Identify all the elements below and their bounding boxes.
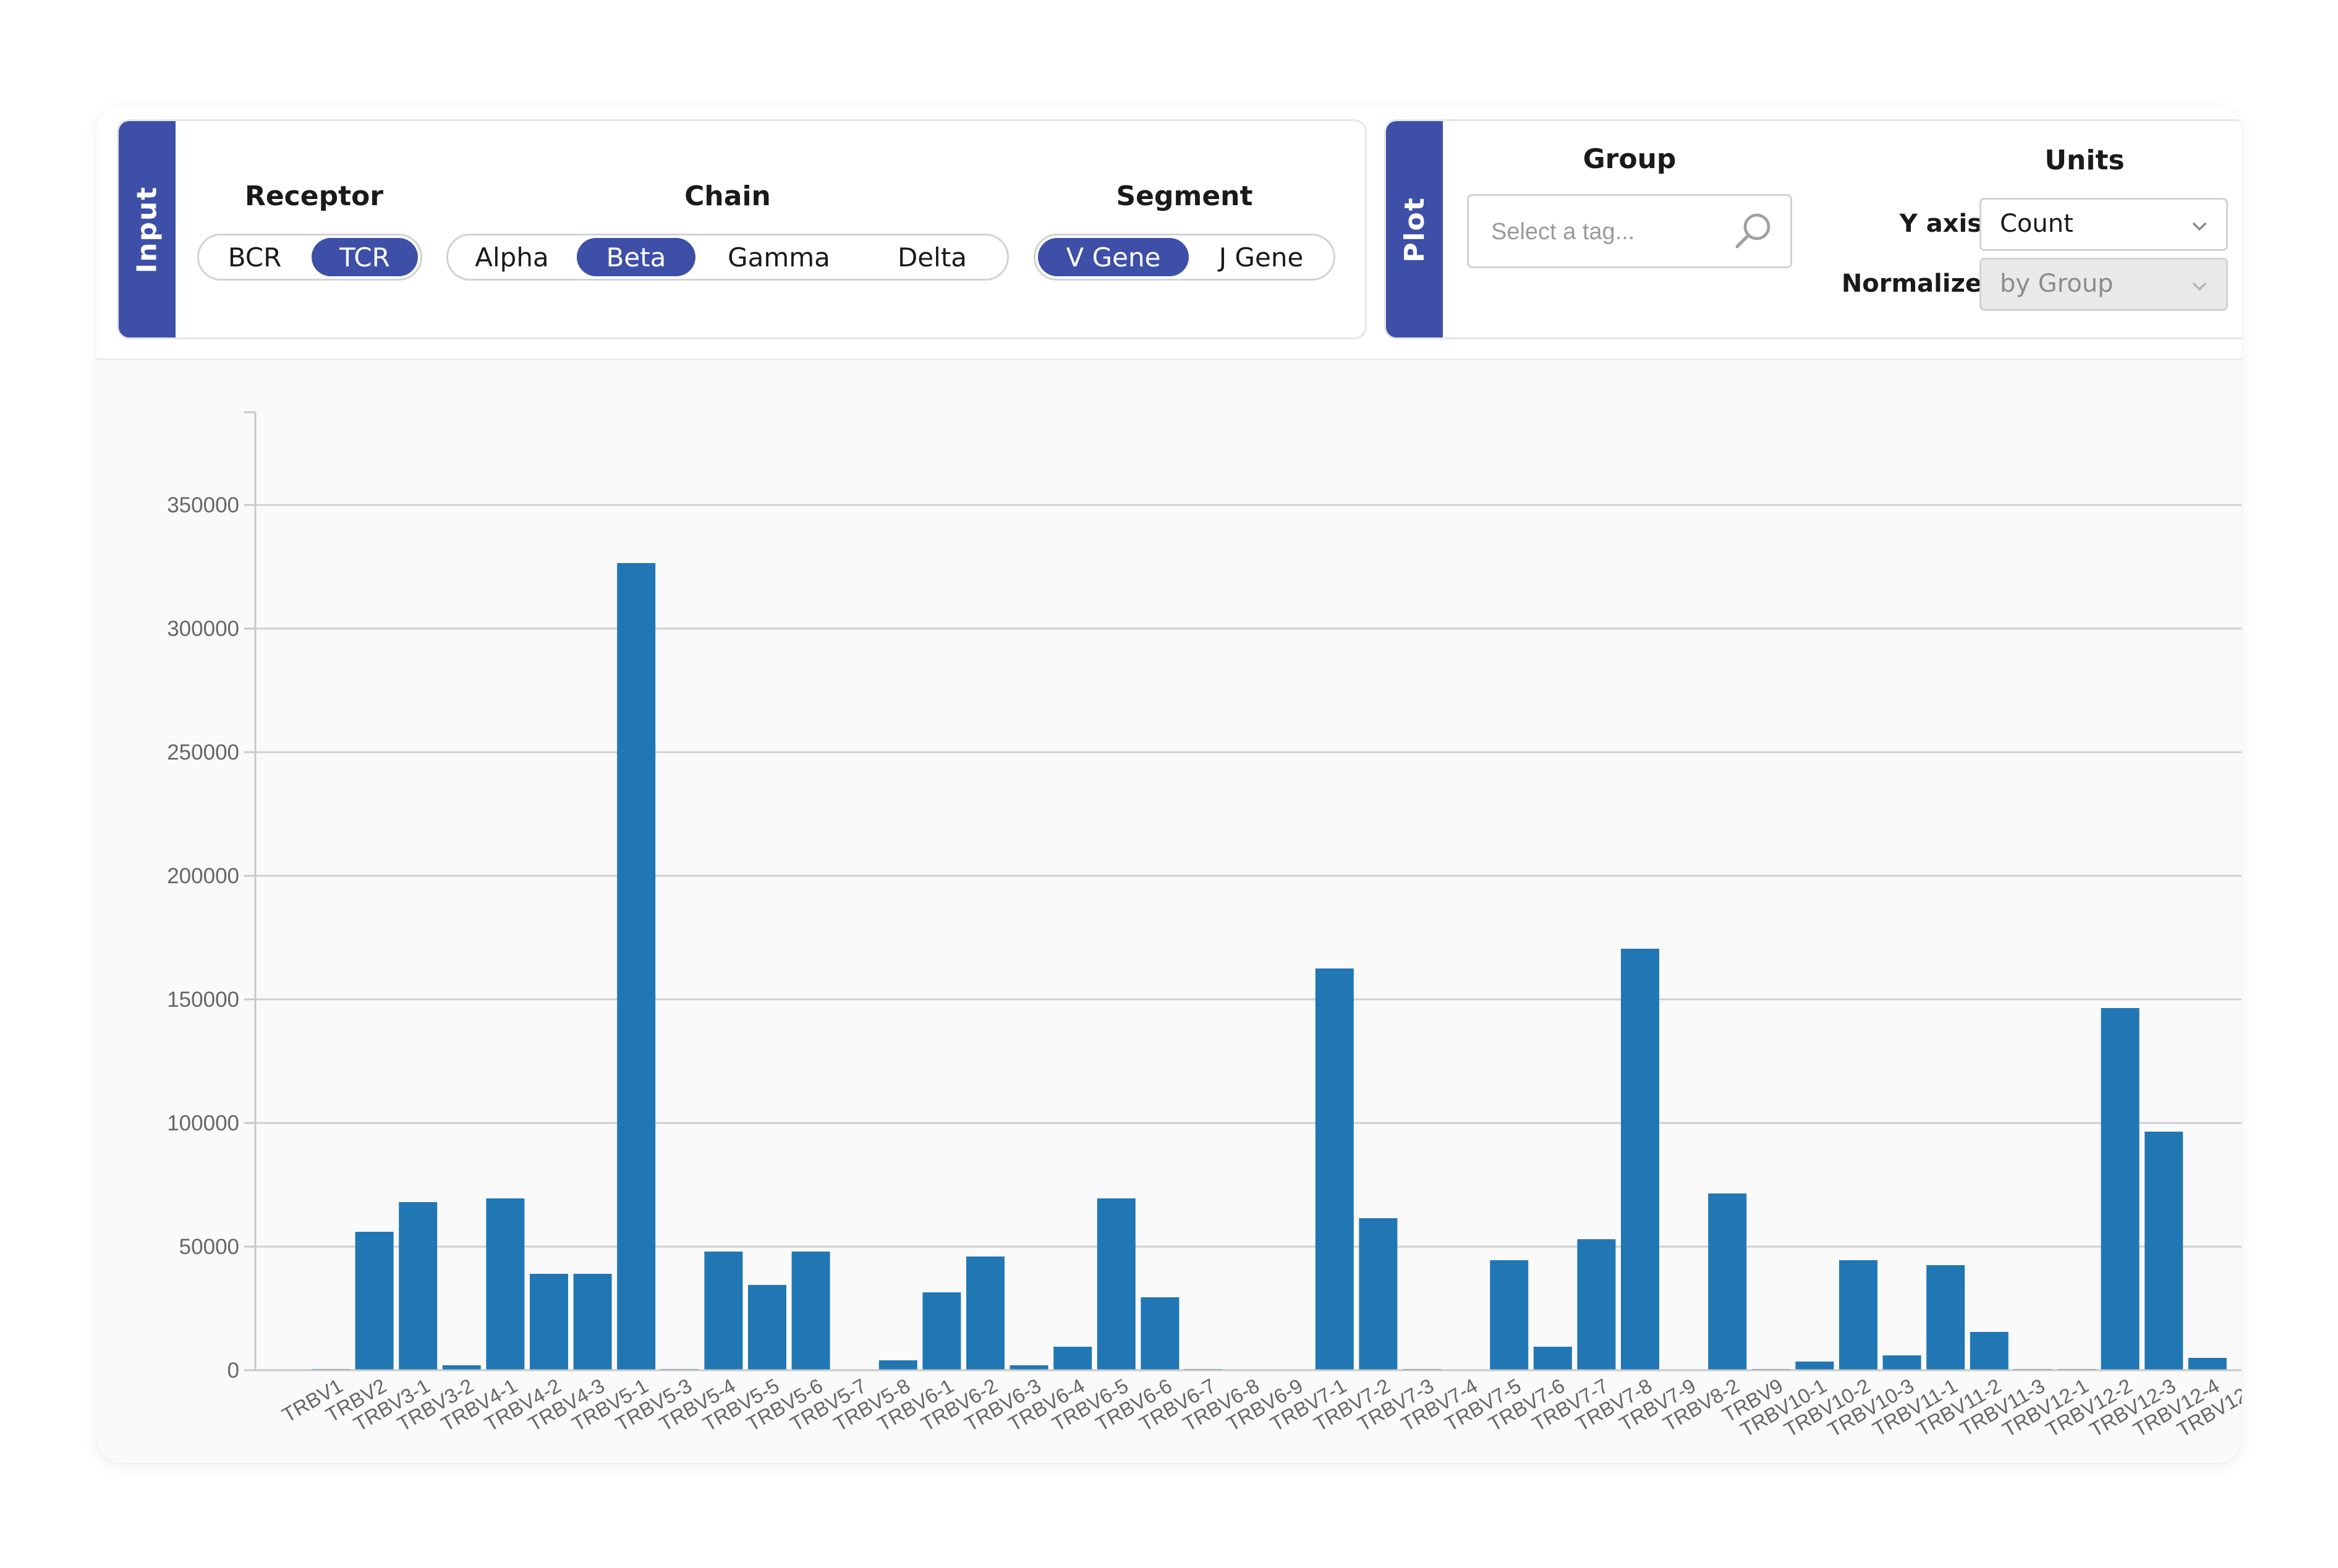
bar [791, 1252, 830, 1370]
bar [1141, 1297, 1180, 1370]
bar [2145, 1132, 2183, 1370]
bar [617, 563, 656, 1370]
bar [573, 1274, 612, 1370]
bar [1708, 1193, 1747, 1370]
y-tick-label: 350000 [167, 493, 239, 517]
y-tick-label: 50000 [179, 1235, 239, 1259]
gene-usage-bar-chart: 0 50000 100000 150000 200000 250000 300000 3500… [167, 411, 2242, 1441]
bar [1882, 1355, 1921, 1370]
y-tick-label: 100000 [167, 1111, 239, 1135]
bar [748, 1285, 786, 1370]
bar [399, 1202, 438, 1370]
bar [1315, 968, 1354, 1370]
bar [878, 1360, 917, 1370]
gene-usage-card: Input Receptor BCR TCR Chain Alpha Beta … [96, 106, 2242, 1463]
bar [1839, 1260, 1877, 1370]
bar [922, 1292, 961, 1370]
y-tick-label: 0 [227, 1358, 239, 1383]
y-tick-label: 200000 [167, 864, 239, 888]
y-tick-label: 150000 [167, 988, 239, 1012]
bar [1533, 1347, 1572, 1370]
bar [1621, 949, 1659, 1370]
bar [966, 1257, 1005, 1370]
bar [1970, 1332, 2009, 1370]
y-tick-label: 250000 [167, 740, 239, 765]
bar [1577, 1239, 1616, 1370]
bar [1926, 1265, 1965, 1370]
bar [486, 1198, 525, 1370]
bar [2101, 1008, 2140, 1370]
y-tick-label: 300000 [167, 617, 239, 641]
bar [355, 1232, 394, 1370]
bar [704, 1252, 743, 1370]
bar [1490, 1260, 1529, 1370]
bar [1097, 1198, 1136, 1370]
bar [530, 1274, 568, 1370]
bar [1359, 1218, 1398, 1370]
bar [2188, 1358, 2227, 1370]
bar [1053, 1347, 1092, 1370]
bar [1795, 1362, 1834, 1370]
